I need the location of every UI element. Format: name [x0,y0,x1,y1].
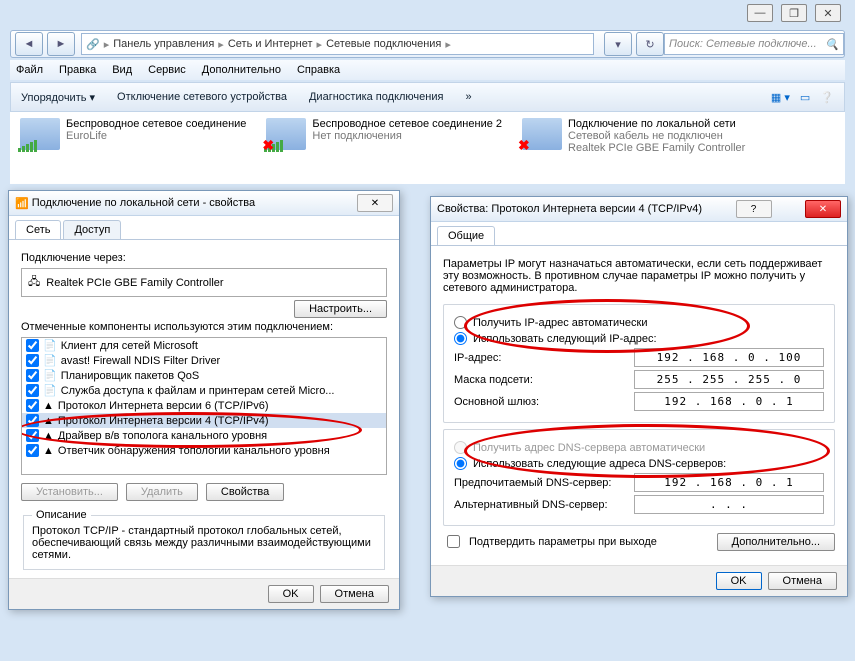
chk-7[interactable] [26,444,39,457]
connection-wireless-1[interactable]: Беспроводное сетевое соединениеEuroLife [20,118,246,178]
breadcrumb[interactable]: 🔗 ▸ Панель управления ▸ Сеть и Интернет … [81,33,594,55]
description-box: Описание Протокол TCP/IP - стандартный п… [23,509,385,570]
lan-properties-dialog: 📶 Подключение по локальной сети - свойст… [8,190,400,610]
confirm-checkbox[interactable] [447,535,460,548]
tab-network[interactable]: Сеть [15,220,61,239]
toolbar-organize[interactable]: Упорядочить ▾ [21,91,95,104]
dialog-close-button[interactable]: ✕ [357,194,393,212]
maximize-button[interactable]: ❐ [781,4,807,22]
help-icon[interactable]: ❔ [820,91,834,104]
tab-sharing[interactable]: Доступ [63,220,121,239]
menu-file[interactable]: Файл [16,64,43,76]
forward-button[interactable]: ► [47,32,75,56]
cancel-button[interactable]: Отмена [320,585,389,603]
chk-0[interactable] [26,339,39,352]
adapter-field: 🖧 Realtek PCIe GBE Family Controller [21,268,387,297]
back-button[interactable]: ◄ [15,32,43,56]
dropdown-button[interactable]: ▾ [604,32,632,56]
ipv4-properties-dialog: Свойства: Протокол Интернета версии 4 (T… [430,196,848,597]
ok-button[interactable]: OK [716,572,762,590]
ip-address-input[interactable]: 192 . 168 . 0 . 100 [634,348,824,367]
help-button[interactable]: ? [736,200,772,218]
toolbar: Упорядочить ▾ Отключение сетевого устрой… [10,82,845,112]
menu-help[interactable]: Справка [297,64,340,76]
radio-auto-ip[interactable] [454,316,467,329]
connect-via-label: Подключение через: [21,252,387,264]
breadcrumb-root[interactable]: Панель управления [113,38,214,50]
advanced-button[interactable]: Дополнительно... [717,533,835,551]
close-button[interactable]: ✕ [815,4,841,22]
dns1-input[interactable]: 192 . 168 . 0 . 1 [634,473,824,492]
dns2-input[interactable]: . . . [634,495,824,514]
toolbar-disable[interactable]: Отключение сетевого устройства [117,91,287,103]
ip-group: Получить IP-адрес автоматически Использо… [443,304,835,423]
chk-1[interactable] [26,354,39,367]
connection-wireless-2[interactable]: ✖ Беспроводное сетевое соединение 2Нет п… [266,118,502,178]
connection-lan[interactable]: ✖ Подключение по локальной сетиСетевой к… [522,118,745,178]
radio-manual-ip[interactable] [454,332,467,345]
toolbar-diagnose[interactable]: Диагностика подключения [309,91,443,103]
remove-button[interactable]: Удалить [126,483,198,501]
menu-view[interactable]: Вид [112,64,132,76]
intro-text: Параметры IP могут назначаться автоматич… [443,258,835,294]
components-list[interactable]: 📄Клиент для сетей Microsoft 📄avast! Fire… [21,337,387,475]
dialog-title-bar[interactable]: 📶 Подключение по локальной сети - свойст… [9,191,399,216]
chk-5[interactable] [26,414,39,427]
install-button[interactable]: Установить... [21,483,118,501]
breadcrumb-a[interactable]: Сеть и Интернет [228,38,313,50]
view-icon[interactable]: ▦ ▾ [771,91,790,104]
chk-4[interactable] [26,399,39,412]
tab-general[interactable]: Общие [437,226,495,245]
nav-icon: 🔗 [86,38,100,51]
menu-edit[interactable]: Правка [59,64,96,76]
window-controls: — ❐ ✕ [747,4,841,22]
radio-manual-dns[interactable] [454,457,467,470]
chk-6[interactable] [26,429,39,442]
chk-3[interactable] [26,384,39,397]
connections-list: Беспроводное сетевое соединениеEuroLife … [10,112,845,184]
configure-button[interactable]: Настроить... [294,300,387,318]
ok-button[interactable]: OK [268,585,314,603]
components-label: Отмеченные компоненты используются этим … [21,321,387,333]
dialog-title-bar[interactable]: Свойства: Протокол Интернета версии 4 (T… [431,197,847,222]
toolbar-more[interactable]: » [465,91,471,103]
radio-auto-dns [454,441,467,454]
address-bar: ◄ ► 🔗 ▸ Панель управления ▸ Сеть и Интер… [10,30,845,58]
preview-icon[interactable]: ▭ [800,91,810,104]
cancel-button[interactable]: Отмена [768,572,837,590]
refresh-button[interactable]: ↻ [636,32,664,56]
minimize-button[interactable]: — [747,4,773,22]
subnet-mask-input[interactable]: 255 . 255 . 255 . 0 [634,370,824,389]
search-input[interactable]: Поиск: Сетевые подключе... 🔍 [664,33,844,55]
item-ipv4[interactable]: ▲Протокол Интернета версии 4 (TCP/IPv4) [22,413,386,428]
gateway-input[interactable]: 192 . 168 . 0 . 1 [634,392,824,411]
properties-button[interactable]: Свойства [206,483,284,501]
menu-bar: Файл Правка Вид Сервис Дополнительно Спр… [10,60,845,80]
dialog-close-button[interactable]: ✕ [805,200,841,218]
menu-tools[interactable]: Сервис [148,64,186,76]
menu-advanced[interactable]: Дополнительно [202,64,281,76]
breadcrumb-b[interactable]: Сетевые подключения [326,38,441,50]
nic-icon: 📶 [15,197,29,210]
search-icon: 🔍 [825,38,839,51]
nic-icon: 🖧 [28,273,40,292]
chk-2[interactable] [26,369,39,382]
dns-group: Получить адрес DNS-сервера автоматически… [443,429,835,526]
